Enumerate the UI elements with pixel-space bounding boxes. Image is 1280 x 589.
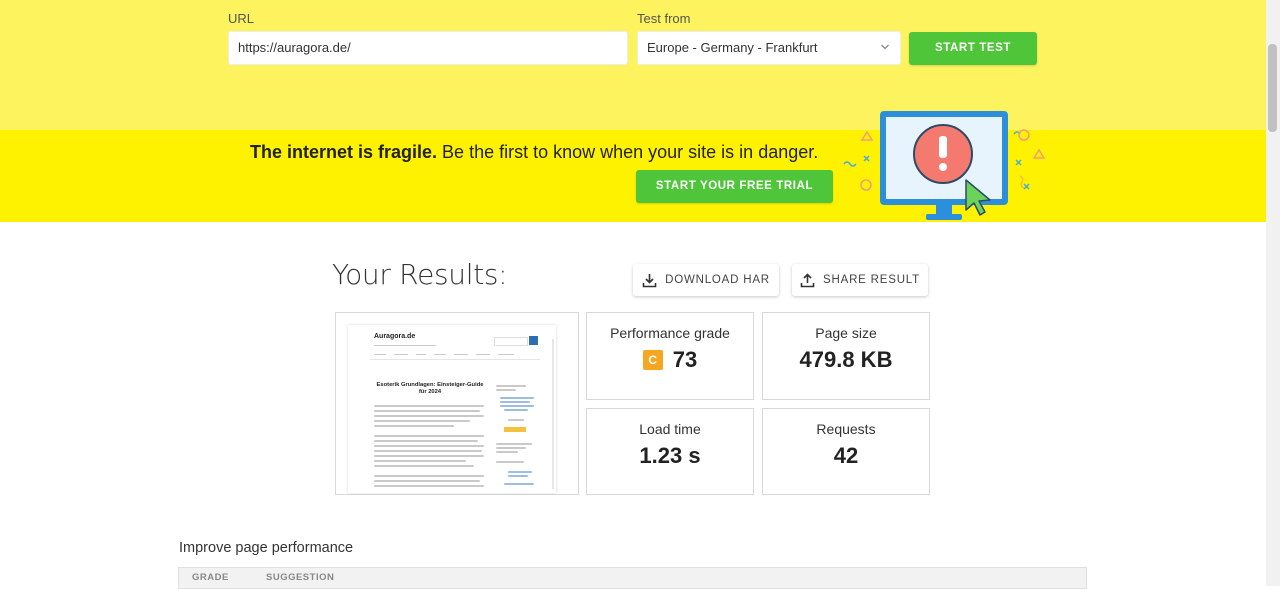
url-input-value: https://auragora.de/ — [238, 40, 351, 55]
start-free-trial-button[interactable]: START YOUR FREE TRIAL — [636, 170, 833, 203]
page-scrollbar[interactable] — [1266, 0, 1280, 586]
monitor-alert-illustration — [843, 111, 1046, 220]
share-result-label: SHARE RESULT — [823, 274, 920, 286]
start-test-button[interactable]: START TEST — [909, 32, 1037, 65]
scrollbar-thumb[interactable] — [1268, 44, 1277, 132]
load-time-card: Load time 1.23 s — [586, 408, 754, 495]
load-time-label: Load time — [639, 421, 701, 437]
chevron-down-icon — [881, 44, 889, 50]
improve-section-title: Improve page performance — [179, 540, 354, 556]
promo-headline-bold: The internet is fragile. — [250, 142, 438, 162]
performance-grade-label: Performance grade — [610, 325, 730, 341]
screenshot-article-heading: Esoterik Grundlagen: Einsteiger-Guide fü… — [376, 382, 484, 395]
share-icon — [800, 272, 815, 287]
page-size-card: Page size 479.8 KB — [762, 312, 930, 400]
column-header-grade[interactable]: GRADE — [192, 572, 229, 583]
share-result-button[interactable]: SHARE RESULT — [792, 264, 928, 296]
url-input[interactable]: https://auragora.de/ — [228, 31, 628, 65]
url-label: URL — [228, 11, 255, 26]
load-time-value: 1.23 s — [639, 443, 701, 468]
performance-grade-card: Performance grade C 73 — [586, 312, 754, 400]
screenshot-site-title: Auragora.de — [374, 333, 416, 340]
page-size-value: 479.8 KB — [799, 347, 893, 372]
performance-grade-value: 73 — [672, 347, 698, 372]
requests-value: 42 — [833, 443, 859, 468]
download-har-label: DOWNLOAD HAR — [665, 274, 770, 286]
page-screenshot: Auragora.de Esoterik Grundlagen: Einstei… — [348, 325, 556, 493]
page-screenshot-card: Auragora.de Esoterik Grundlagen: Einstei… — [335, 312, 579, 495]
requests-label: Requests — [816, 421, 876, 437]
performance-grade-value-row: C 73 — [587, 347, 753, 373]
promo-headline-rest: Be the first to know when your site is i… — [437, 142, 819, 162]
download-har-button[interactable]: DOWNLOAD HAR — [633, 264, 779, 296]
requests-card: Requests 42 — [762, 408, 930, 495]
grade-badge: C — [642, 350, 663, 370]
test-from-label: Test from — [637, 11, 691, 26]
promo-headline: The internet is fragile. Be the first to… — [250, 142, 818, 163]
test-location-select[interactable]: Europe - Germany - Frankfurt — [637, 31, 901, 65]
results-title: Your Results: — [332, 258, 508, 291]
page-size-label: Page size — [815, 325, 877, 341]
test-location-value: Europe - Germany - Frankfurt — [647, 40, 818, 55]
column-header-suggestion[interactable]: SUGGESTION — [266, 572, 334, 583]
download-icon — [642, 273, 657, 287]
test-form-band — [0, 0, 1266, 130]
